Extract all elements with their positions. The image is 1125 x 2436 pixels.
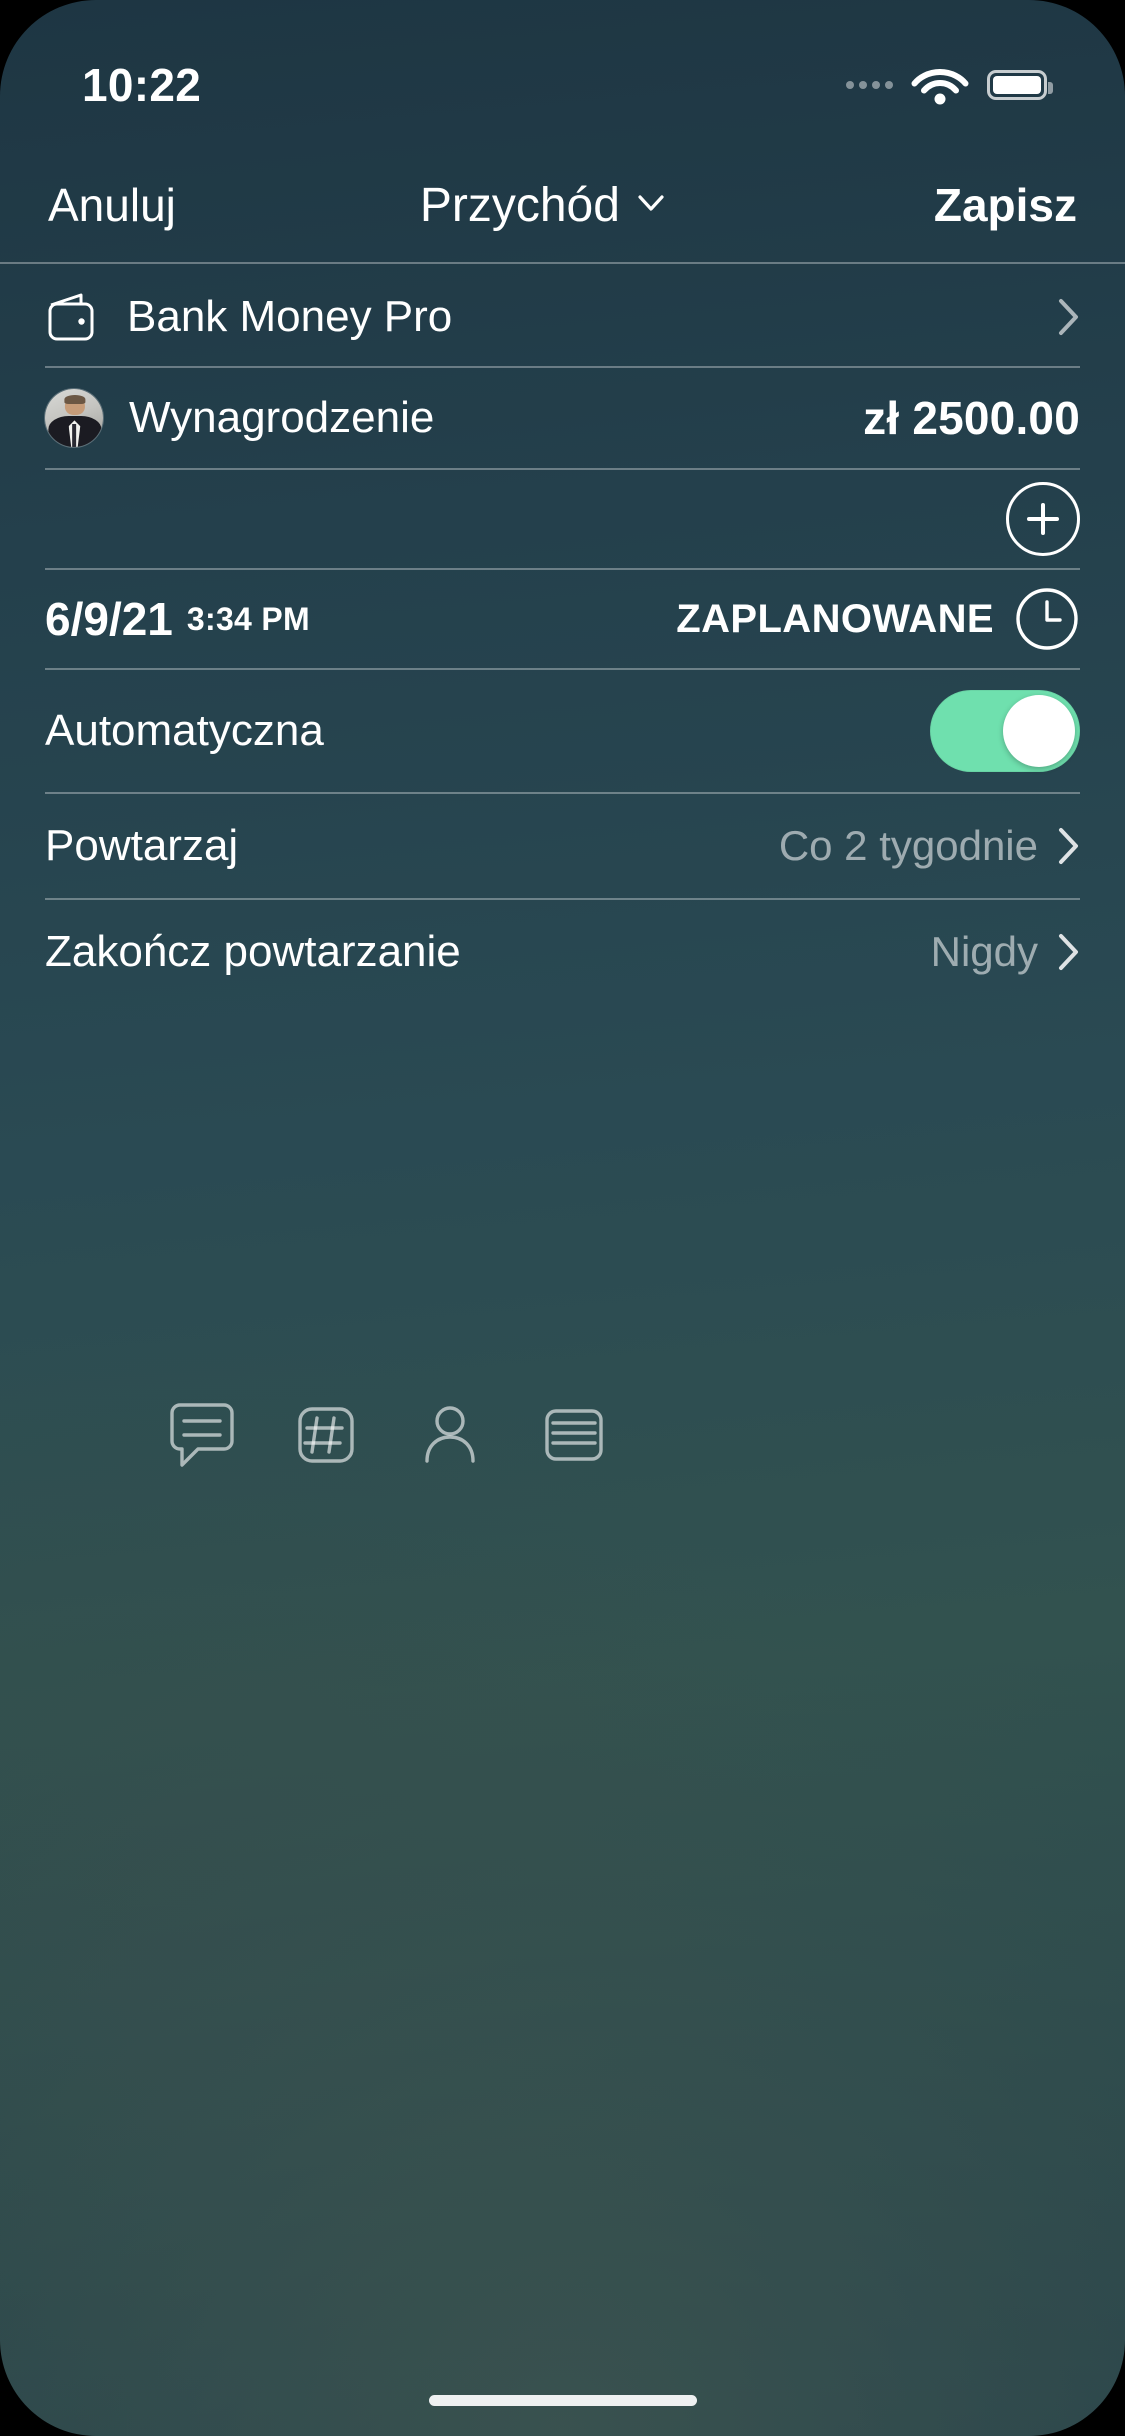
date-status-row[interactable]: 6/9/21 3:34 PM ZAPLANOWANE [0, 570, 1125, 668]
battery-full-icon [987, 70, 1053, 100]
payee-icon-button[interactable] [388, 1380, 512, 1490]
automatic-row[interactable]: Automatyczna [0, 670, 1125, 792]
plus-circle-icon[interactable] [1006, 482, 1080, 556]
automatic-toggle[interactable] [930, 690, 1080, 772]
chevron-down-icon [638, 195, 664, 211]
account-row[interactable]: Bank Money Pro [0, 268, 1125, 366]
note-icon [170, 1403, 234, 1467]
repeat-value: Co 2 tygodnie [778, 822, 1038, 869]
toggle-knob [1003, 695, 1075, 767]
repeat-end-value: Nigdy [930, 928, 1038, 975]
chevron-right-icon [1059, 934, 1078, 970]
transaction-amount[interactable]: zł 2500.00 [863, 391, 1080, 445]
repeat-label: Powtarzaj [45, 821, 239, 870]
navigation-bar: Anuluj Przychód Zapisz [0, 148, 1125, 262]
transaction-time[interactable]: 3:34 PM [187, 601, 310, 638]
wifi-icon [911, 69, 969, 105]
save-button[interactable]: Zapisz [934, 178, 1077, 232]
payee-icon [425, 1406, 475, 1463]
status-bar-indicators [846, 64, 1053, 106]
navbar-separator [0, 262, 1125, 264]
status-bar: 10:22 [0, 0, 1125, 132]
transaction-date[interactable]: 6/9/21 [45, 592, 173, 646]
repeat-end-row[interactable]: Zakończ powtarzanie Nigdy [0, 900, 1125, 1004]
note-icon-button[interactable] [140, 1380, 264, 1490]
attachment-icon-button[interactable] [512, 1380, 636, 1490]
page-title: Przychód [419, 178, 620, 232]
person-avatar [45, 389, 103, 447]
chevron-right-icon [1059, 828, 1078, 864]
repeat-row[interactable]: Powtarzaj Co 2 tygodnie [0, 794, 1125, 898]
clock-icon[interactable] [1014, 586, 1080, 652]
tags-icon-button[interactable] [264, 1380, 388, 1490]
status-badge: ZAPLANOWANE [676, 596, 994, 641]
transaction-row[interactable]: Wynagrodzenie zł 2500.00 [0, 368, 1125, 468]
chevron-right-icon [1059, 299, 1078, 335]
attachment-icon [545, 1409, 603, 1461]
home-indicator[interactable] [428, 2395, 697, 2406]
phone-screen: 10:22 Anuluj Przychód Zapisz Bank Money … [0, 0, 1125, 2436]
add-split-row[interactable] [0, 470, 1125, 568]
repeat-end-label: Zakończ powtarzanie [45, 927, 461, 976]
transaction-type-selector[interactable]: Przychód [152, 178, 934, 233]
tags-icon [298, 1407, 354, 1463]
signal-dots-icon [846, 81, 893, 89]
account-name: Bank Money Pro [127, 292, 453, 341]
status-bar-clock: 10:22 [82, 59, 202, 111]
wallet-icon [48, 293, 94, 341]
attribute-icon-bar [0, 1375, 1125, 1495]
automatic-label: Automatyczna [45, 706, 324, 755]
category-name: Wynagrodzenie [129, 393, 435, 442]
